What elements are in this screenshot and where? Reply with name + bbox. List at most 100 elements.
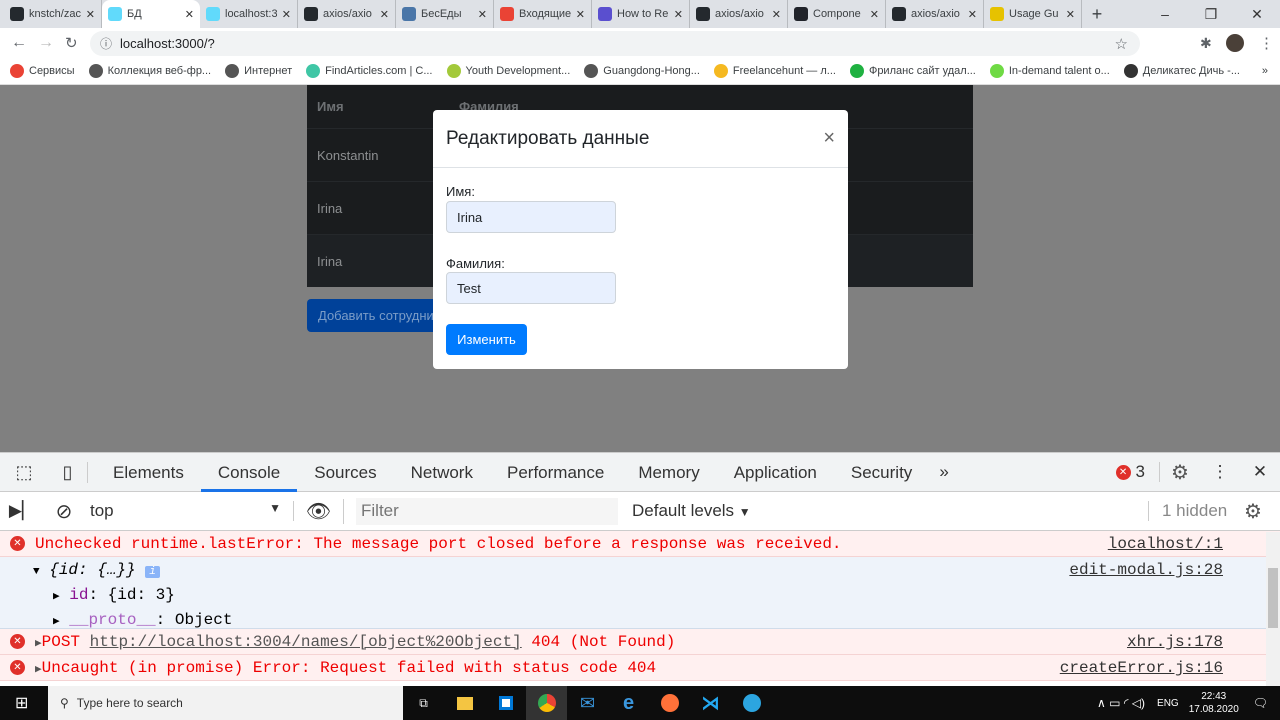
clock[interactable]: 22:43 17.08.2020 (1189, 690, 1239, 716)
browser-tab[interactable]: БД ✕ (102, 0, 200, 28)
firefox-icon[interactable] (649, 686, 690, 720)
expand-arrow-icon[interactable]: ▼ (33, 566, 40, 578)
telegram-icon[interactable] (731, 686, 772, 720)
close-tab-icon[interactable]: ✕ (968, 8, 977, 21)
submit-button[interactable]: Изменить (446, 324, 527, 355)
store-icon[interactable] (485, 686, 526, 720)
windows-start-icon[interactable]: ⊞ (15, 693, 28, 713)
close-tab-icon[interactable]: ✕ (86, 8, 95, 21)
close-tab-icon[interactable]: ✕ (1066, 8, 1075, 21)
browser-tab[interactable]: knstch/zac ✕ (4, 0, 102, 28)
source-link[interactable]: localhost/:1 (1108, 531, 1223, 557)
system-tray-icons[interactable]: ∧ ▭ ◜ ◁) (1097, 696, 1145, 710)
close-tab-icon[interactable]: ✕ (772, 8, 781, 21)
devtools-tab-security[interactable]: Security (834, 453, 929, 492)
bookmark-star-icon[interactable]: ☆ (1115, 35, 1128, 53)
browser-tab[interactable]: БесЕды ✕ (396, 0, 494, 28)
devtools-tab-application[interactable]: Application (717, 453, 834, 492)
expand-arrow-icon[interactable]: ▶ (35, 638, 42, 650)
error-count-badge[interactable]: ✕ 3 (1115, 462, 1160, 482)
new-tab-button[interactable]: + (1082, 4, 1112, 25)
extensions-icon[interactable]: ✱ (1200, 35, 1212, 52)
browser-tab[interactable]: How to Re ✕ (592, 0, 690, 28)
close-tab-icon[interactable]: ✕ (380, 8, 389, 21)
taskbar-search[interactable]: ⚲ Type here to search (48, 686, 403, 720)
close-tab-icon[interactable]: ✕ (282, 8, 291, 21)
log-levels-select[interactable]: Default levels ▼ (632, 501, 751, 521)
live-expression-eye-icon[interactable]: 👁 (294, 498, 344, 524)
last-name-input[interactable] (446, 272, 616, 304)
mail-icon[interactable]: ✉ (567, 686, 608, 720)
minimize-button[interactable]: – (1142, 6, 1188, 22)
browser-tab[interactable]: axios/axio ✕ (298, 0, 396, 28)
devtools-tab-memory[interactable]: Memory (621, 453, 716, 492)
vscode-icon[interactable]: ⋊ (690, 686, 731, 720)
device-toolbar-icon[interactable]: ▯ (48, 461, 88, 483)
profile-avatar[interactable] (1226, 34, 1244, 52)
clear-console-icon[interactable]: ⊘ (44, 499, 84, 524)
expand-arrow-icon[interactable]: ▶ (35, 664, 42, 676)
bookmark-item[interactable]: Сервисы (10, 64, 75, 78)
request-url[interactable]: http://localhost:3004/names/[object%20Ob… (90, 633, 522, 651)
devtools-tab-console[interactable]: Console (200, 453, 298, 492)
context-select[interactable]: top ▼ (84, 501, 294, 521)
close-devtools-icon[interactable]: ✕ (1240, 462, 1280, 482)
bookmark-item[interactable]: Guangdong-Hong... (584, 64, 700, 78)
bookmark-item[interactable]: Фриланс сайт удал... (849, 64, 976, 78)
console-settings-icon[interactable]: ⚙ (1244, 499, 1262, 524)
close-icon[interactable]: × (823, 127, 835, 150)
bookmark-item[interactable]: Коллекция веб-фр... (88, 64, 211, 78)
expand-arrow-icon[interactable]: ▶ (53, 591, 60, 603)
menu-icon[interactable]: ⋮ (1259, 34, 1274, 52)
task-view-icon[interactable]: ⧉ (403, 686, 444, 720)
browser-tab[interactable]: Входящие ✕ (494, 0, 592, 28)
devtools-tab-network[interactable]: Network (394, 453, 490, 492)
edge-icon[interactable]: e (608, 686, 649, 720)
source-link[interactable]: xhr.js:178 (1127, 629, 1223, 655)
bookmark-item[interactable]: In-demand talent o... (989, 64, 1110, 78)
url-text[interactable]: localhost:3000/? (120, 36, 215, 51)
browser-tab[interactable]: localhost:3 ✕ (200, 0, 298, 28)
more-options-icon[interactable]: ⋮ (1200, 462, 1240, 482)
more-tabs-icon[interactable]: » (929, 462, 958, 482)
bookmark-item[interactable]: Freelancehunt — л... (713, 64, 836, 78)
language-indicator[interactable]: ENG (1157, 698, 1179, 709)
close-window-button[interactable]: ✕ (1234, 6, 1280, 23)
bookmark-item[interactable]: Деликатес Дичь -... (1123, 64, 1240, 78)
forward-icon[interactable]: → (38, 34, 54, 52)
browser-tab[interactable]: Compone ✕ (788, 0, 886, 28)
close-tab-icon[interactable]: ✕ (674, 8, 683, 21)
bookmark-item[interactable]: Интернет (225, 64, 292, 78)
expand-arrow-icon[interactable]: ▶ (53, 616, 60, 628)
inspect-element-icon[interactable]: ⬚ (0, 462, 48, 483)
devtools-tab-elements[interactable]: Elements (96, 453, 201, 492)
settings-gear-icon[interactable]: ⚙ (1160, 460, 1200, 485)
close-tab-icon[interactable]: ✕ (185, 8, 194, 21)
close-tab-icon[interactable]: ✕ (478, 8, 487, 21)
devtools-tab-performance[interactable]: Performance (490, 453, 621, 492)
logged-object[interactable]: {id: {…}} (49, 561, 135, 579)
console-filter-input[interactable] (356, 497, 618, 525)
browser-tab[interactable]: Usage Gu ✕ (984, 0, 1082, 28)
file-explorer-icon[interactable] (444, 686, 485, 720)
browser-tab[interactable]: axios/axio ✕ (690, 0, 788, 28)
browser-tab[interactable]: axios/axio ✕ (886, 0, 984, 28)
sidebar-toggle-icon[interactable]: ▶▏ (0, 501, 44, 521)
close-tab-icon[interactable]: ✕ (870, 8, 879, 21)
notifications-icon[interactable]: 🗨 (1253, 696, 1268, 710)
add-employee-button[interactable]: Добавить сотрудника (307, 299, 447, 332)
source-link[interactable]: edit-modal.js:28 (1069, 559, 1223, 582)
address-bar[interactable]: ⓘ localhost:3000/? ☆ (90, 31, 1140, 56)
maximize-button[interactable]: ❐ (1188, 6, 1234, 23)
close-tab-icon[interactable]: ✕ (576, 8, 585, 21)
chrome-icon[interactable] (526, 686, 567, 720)
console-scrollbar[interactable] (1266, 532, 1280, 686)
bookmark-item[interactable]: FindArticles.com | C... (306, 64, 433, 78)
bookmark-item[interactable]: Youth Development... (446, 64, 570, 78)
more-bookmarks-icon[interactable]: » (1262, 65, 1268, 77)
info-badge[interactable]: i (145, 566, 160, 578)
devtools-tab-sources[interactable]: Sources (297, 453, 393, 492)
source-link[interactable]: createError.js:16 (1060, 655, 1223, 681)
reload-icon[interactable]: ↻ (65, 34, 78, 52)
first-name-input[interactable] (446, 201, 616, 233)
